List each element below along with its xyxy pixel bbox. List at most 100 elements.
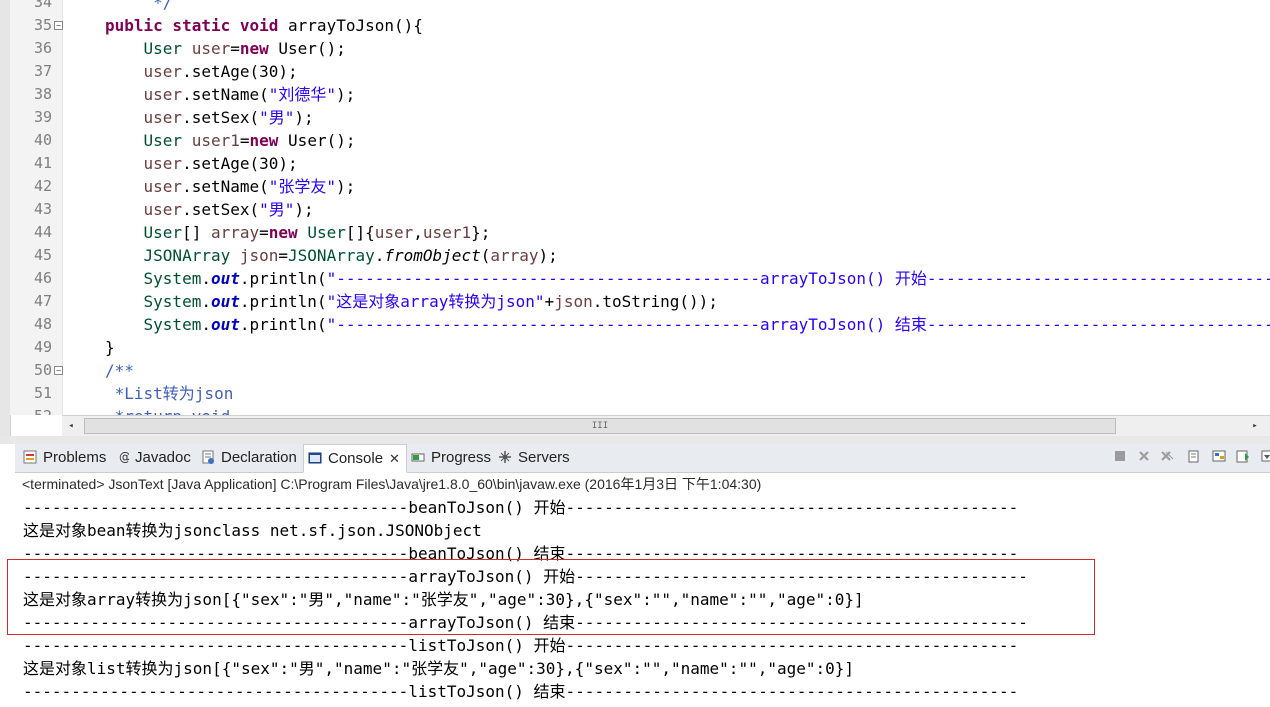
- code-line[interactable]: 45 JSONArray json=JSONArray.fromObject(a…: [10, 244, 1270, 267]
- tab-label: Console: [328, 450, 384, 467]
- line-number: 48: [33, 315, 52, 333]
- code-text: */: [105, 0, 173, 12]
- code-line[interactable]: 47 System.out.println("这是对象array转换为json"…: [10, 290, 1270, 313]
- code-text: *List转为json: [105, 384, 234, 403]
- code-line[interactable]: 48 System.out.println("-----------------…: [10, 313, 1270, 336]
- code-line[interactable]: 36 User user=new User();: [10, 37, 1270, 60]
- horizontal-scrollbar[interactable]: ◂ III ▸: [62, 415, 1270, 437]
- line-number: 49: [33, 338, 52, 356]
- code-text: User user1=new User();: [143, 131, 356, 150]
- line-number: 52: [10, 405, 52, 415]
- code-text: System.out.println("--------------------…: [143, 315, 1270, 334]
- scroll-lock-icon[interactable]: [1210, 447, 1228, 465]
- fold-toggle-icon[interactable]: −: [54, 21, 63, 30]
- line-number: 51: [33, 384, 52, 402]
- tab-javadoc[interactable]: @ Javadoc: [119, 444, 191, 472]
- console-output-line: ----------------------------------------…: [23, 498, 1019, 517]
- code-line[interactable]: 41 user.setAge(30);: [10, 152, 1270, 175]
- scroll-left-icon[interactable]: ◂: [64, 419, 78, 433]
- tab-label: Problems: [43, 449, 107, 466]
- code-text: public static void arrayToJson(){: [105, 16, 423, 35]
- scroll-right-icon[interactable]: ▸: [1248, 419, 1262, 433]
- line-number: 39: [33, 108, 52, 126]
- code-line[interactable]: 40 User user1=new User();: [10, 129, 1270, 152]
- console-output-line: 这是对象list转换为json[{"sex":"男","name":"张学友",…: [23, 659, 855, 678]
- tab-declaration[interactable]: Declaration: [201, 444, 297, 472]
- code-text: user.setAge(30);: [143, 154, 298, 173]
- pin-console-icon[interactable]: [1234, 447, 1252, 465]
- scrollbar-thumb[interactable]: III: [84, 418, 1116, 434]
- fold-toggle-icon[interactable]: −: [54, 366, 63, 375]
- code-editor[interactable]: 34 */35− public static void arrayToJson()…: [10, 0, 1270, 415]
- console-output-line: ----------------------------------------…: [23, 682, 1019, 701]
- tab-progress[interactable]: Progress: [411, 444, 491, 472]
- line-number: 37: [33, 62, 52, 80]
- declaration-icon: [201, 446, 215, 464]
- progress-icon: [411, 446, 425, 462]
- console-output-line: 这是对象bean转换为jsonclass net.sf.json.JSONObj…: [23, 521, 482, 540]
- code-line[interactable]: 38 user.setName("刘德华");: [10, 83, 1270, 106]
- code-text: user.setName("张学友");: [143, 177, 356, 196]
- clear-console-icon[interactable]: [1185, 447, 1203, 465]
- line-number: 41: [33, 154, 52, 172]
- code-line[interactable]: 51 *List转为json: [10, 382, 1270, 405]
- code-line[interactable]: 52 *return void: [10, 405, 1270, 415]
- tab-console[interactable]: Console ✕: [303, 444, 407, 473]
- console-icon: [308, 447, 322, 464]
- code-text: user.setAge(30);: [143, 62, 298, 81]
- line-number: 47: [33, 292, 52, 310]
- code-text: /**: [105, 361, 134, 380]
- tab-label: Declaration: [221, 449, 297, 466]
- servers-icon: [498, 446, 512, 463]
- tab-label: Servers: [518, 449, 570, 466]
- remove-all-terminated-icon[interactable]: [1158, 447, 1176, 465]
- code-text: System.out.println("这是对象array转换为json"+js…: [143, 292, 718, 311]
- code-line[interactable]: 44 User[] array=new User[]{user,user1};: [10, 221, 1270, 244]
- console-launch-status: <terminated> JsonText [Java Application]…: [15, 473, 1270, 495]
- code-line[interactable]: 42 user.setName("张学友");: [10, 175, 1270, 198]
- code-line[interactable]: 43 user.setSex("男");: [10, 198, 1270, 221]
- code-text: user.setSex("男");: [143, 200, 314, 219]
- code-line[interactable]: 49}: [10, 336, 1270, 359]
- tab-label: Progress: [431, 449, 492, 466]
- code-text: JSONArray json=JSONArray.fromObject(arra…: [143, 246, 558, 265]
- console-output-line: ----------------------------------------…: [23, 636, 1019, 655]
- code-line[interactable]: 35− public static void arrayToJson(){: [10, 14, 1270, 37]
- tab-problems[interactable]: Problems: [23, 444, 106, 472]
- code-text: User[] array=new User[]{user,user1};: [143, 223, 491, 242]
- line-number: 50: [33, 361, 52, 379]
- line-number: 34: [33, 0, 52, 11]
- line-number: 42: [33, 177, 52, 195]
- line-number: 43: [33, 200, 52, 218]
- line-number: 38: [33, 85, 52, 103]
- code-line[interactable]: 50− /**: [10, 359, 1270, 382]
- svg-text:@: @: [119, 450, 129, 464]
- terminate-icon[interactable]: [1111, 447, 1129, 465]
- code-text: User user=new User();: [143, 39, 346, 58]
- line-number: 36: [33, 39, 52, 57]
- javadoc-icon: @: [119, 446, 131, 464]
- line-number: 40: [33, 131, 52, 149]
- code-text: user.setSex("男");: [143, 108, 314, 127]
- bottom-view-tabbar: Problems @ Javadoc Declaration Console ✕ P…: [15, 444, 1270, 473]
- display-console-icon[interactable]: [1258, 447, 1270, 465]
- code-text: }: [105, 338, 115, 357]
- code-line[interactable]: 34 */: [10, 0, 1270, 14]
- close-icon[interactable]: ✕: [389, 445, 400, 473]
- line-number: 35: [33, 16, 52, 34]
- line-number: 46: [33, 269, 52, 287]
- tab-servers[interactable]: Servers: [498, 444, 570, 472]
- tab-label: Javadoc: [135, 449, 191, 466]
- remove-launch-icon[interactable]: [1135, 447, 1153, 465]
- line-number: 45: [33, 246, 52, 264]
- code-text: user.setName("刘德华");: [143, 85, 356, 104]
- line-number: 44: [33, 223, 52, 241]
- problems-icon: [23, 446, 37, 464]
- code-text: System.out.println("--------------------…: [143, 269, 1270, 288]
- code-text: *return void: [105, 405, 231, 415]
- code-line[interactable]: 39 user.setSex("男");: [10, 106, 1270, 129]
- view-separator: [0, 436, 1270, 444]
- code-line[interactable]: 46 System.out.println("-----------------…: [10, 267, 1270, 290]
- code-line[interactable]: 37 user.setAge(30);: [10, 60, 1270, 83]
- highlight-annotation-box: [7, 559, 1095, 635]
